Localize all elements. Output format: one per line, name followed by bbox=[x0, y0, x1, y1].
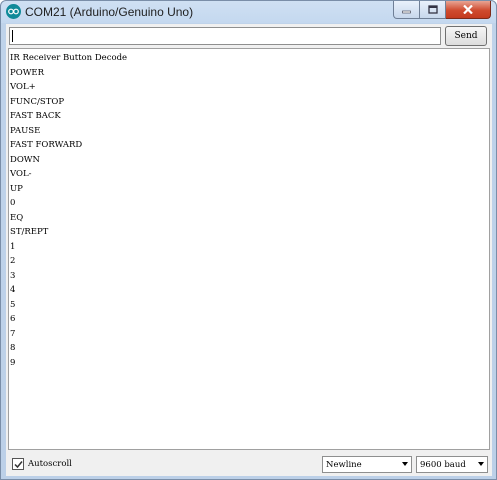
serial-monitor-content: Send IR Receiver Button Decode POWER VOL+ F… bbox=[6, 24, 492, 476]
output-line: 6 bbox=[10, 314, 16, 324]
output-line: 7 bbox=[10, 328, 16, 339]
send-button[interactable]: Send bbox=[445, 26, 487, 46]
output-line: UP bbox=[10, 183, 23, 194]
check-icon bbox=[13, 460, 23, 468]
output-line: 5 bbox=[10, 299, 16, 310]
serial-monitor-window: COM21 (Arduino/Genuino Uno) Send IR Rece… bbox=[0, 0, 497, 480]
output-line: 8 bbox=[10, 343, 16, 353]
output-line: FUNC/STOP bbox=[10, 96, 65, 107]
output-line: DOWN bbox=[10, 154, 40, 165]
footer-bar: Autoscroll Newline 9600 baud bbox=[6, 453, 492, 476]
baud-rate-value: 9600 baud bbox=[420, 459, 466, 470]
autoscroll-toggle[interactable]: Autoscroll bbox=[12, 458, 72, 470]
arduino-icon bbox=[6, 4, 21, 19]
chevron-down-icon bbox=[402, 462, 408, 466]
output-line: ST/REPT bbox=[10, 227, 49, 237]
output-line: IR Receiver Button Decode bbox=[10, 53, 128, 63]
line-ending-value: Newline bbox=[326, 459, 362, 470]
output-line: 2 bbox=[10, 256, 16, 266]
close-icon bbox=[463, 5, 473, 14]
maximize-icon bbox=[427, 5, 438, 14]
title-bar[interactable]: COM21 (Arduino/Genuino Uno) bbox=[1, 1, 496, 23]
close-button[interactable] bbox=[446, 1, 491, 19]
baud-rate-select[interactable]: 9600 baud bbox=[416, 456, 488, 473]
text-caret bbox=[12, 30, 13, 42]
output-line: FAST BACK bbox=[10, 111, 61, 121]
serial-output[interactable]: IR Receiver Button Decode POWER VOL+ FUNC/S… bbox=[8, 48, 490, 450]
autoscroll-label: Autoscroll bbox=[28, 459, 72, 469]
chevron-down-icon bbox=[478, 462, 484, 466]
minimize-button[interactable] bbox=[393, 1, 420, 19]
output-line: 0 bbox=[10, 198, 16, 208]
output-line: FAST FORWARD bbox=[10, 140, 83, 150]
output-line: PAUSE bbox=[10, 125, 41, 136]
send-input[interactable] bbox=[9, 27, 441, 45]
line-ending-select[interactable]: Newline bbox=[322, 456, 412, 473]
minimize-icon bbox=[402, 10, 411, 13]
output-line: 1 bbox=[10, 241, 16, 252]
maximize-button[interactable] bbox=[420, 1, 446, 19]
output-line: 4 bbox=[10, 285, 16, 295]
output-line: 3 bbox=[10, 270, 16, 281]
output-line: VOL+ bbox=[10, 82, 36, 92]
autoscroll-checkbox[interactable] bbox=[12, 458, 24, 470]
output-line: POWER bbox=[10, 67, 45, 78]
output-line: EQ bbox=[10, 212, 24, 223]
window-title: COM21 (Arduino/Genuino Uno) bbox=[25, 5, 194, 19]
output-line: 9 bbox=[10, 357, 16, 368]
caption-buttons bbox=[393, 1, 491, 19]
output-line: VOL- bbox=[10, 169, 32, 179]
